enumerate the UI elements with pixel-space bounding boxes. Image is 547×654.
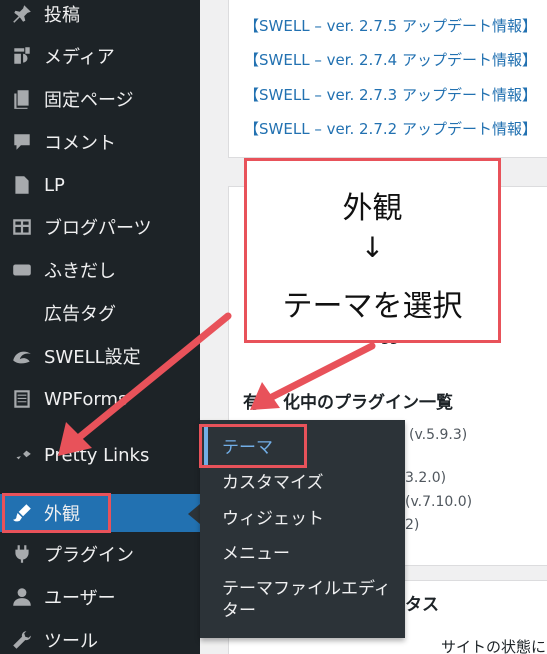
document-icon xyxy=(10,173,34,197)
admin-sidebar: 投稿 メディア 固定ページ コメント LP ブログパーツ ふきだし 広告タグ S… xyxy=(0,0,200,654)
sidebar-item-label: ブログパーツ xyxy=(44,218,152,239)
speech-bubble-icon xyxy=(10,258,34,282)
submenu-item-menus[interactable]: メニュー xyxy=(200,543,405,565)
submenu-item-label-line1: テーマファイルエディ xyxy=(222,579,391,599)
grid-icon xyxy=(10,215,34,239)
sidebar-item-plugins[interactable]: プラグイン xyxy=(0,535,200,573)
sidebar-item-label: ツール xyxy=(44,631,98,652)
flyout-pointer xyxy=(188,504,200,524)
sidebar-item-label: プラグイン xyxy=(44,545,134,566)
submenu-item-label-line2: ター xyxy=(222,601,256,621)
site-status-text: サイトの状態に xyxy=(441,638,547,654)
swell-icon xyxy=(10,344,34,368)
submenu-item-theme-file-editor[interactable]: テーマファイルエディ ター xyxy=(200,578,405,622)
active-plugins-title-prefix: 有 xyxy=(243,393,260,413)
plugin-version: 3.2.0) xyxy=(405,470,447,486)
plugin-version: (v.5.9.3) xyxy=(409,427,468,443)
active-plugins-title: 化中のプラグイン一覧 xyxy=(283,393,453,413)
media-icon xyxy=(10,44,34,68)
star-icon xyxy=(10,443,34,467)
plugin-version: 2) xyxy=(405,517,420,533)
sidebar-item-label: 固定ページ xyxy=(44,90,134,111)
sidebar-item-label: WPForms xyxy=(44,388,128,410)
sidebar-item-pages[interactable]: 固定ページ xyxy=(0,80,200,118)
submenu-item-widgets[interactable]: ウィジェット xyxy=(200,508,405,530)
sidebar-item-label: ふきだし xyxy=(44,261,116,282)
wrench-icon xyxy=(10,628,34,652)
callout-line-arrow: ↓ xyxy=(360,231,385,264)
callout-line-select-theme: テーマを選択 xyxy=(282,289,463,324)
instruction-callout: 外観 ↓ テーマを選択 xyxy=(244,158,501,343)
sidebar-item-label: SWELL設定 xyxy=(44,347,141,368)
sidebar-item-users[interactable]: ユーザー xyxy=(0,578,200,616)
sidebar-item-label: コメント xyxy=(44,133,116,154)
submenu-item-customize[interactable]: カスタマイズ xyxy=(200,472,405,494)
sidebar-item-pretty-links[interactable]: Pretty Links xyxy=(0,436,200,474)
sidebar-item-tools[interactable]: ツール xyxy=(0,621,200,654)
empty-icon xyxy=(10,301,34,325)
sidebar-item-lp[interactable]: LP xyxy=(0,166,200,204)
sidebar-item-wpforms[interactable]: WPForms xyxy=(0,380,200,418)
callout-line-appearance: 外観 xyxy=(342,191,403,226)
sidebar-item-fukidashi[interactable]: ふきだし xyxy=(0,251,200,289)
sidebar-item-comments[interactable]: コメント xyxy=(0,123,200,161)
pin-icon xyxy=(10,2,34,26)
sidebar-item-posts[interactable]: 投稿 xyxy=(0,0,200,33)
sidebar-item-label: LP xyxy=(44,174,65,196)
news-link-275[interactable]: 【SWELL – ver. 2.7.5 アップデート情報】 xyxy=(244,15,537,36)
news-link-273[interactable]: 【SWELL – ver. 2.7.3 アップデート情報】 xyxy=(244,84,537,105)
highlight-themes xyxy=(199,424,307,468)
comment-icon xyxy=(10,130,34,154)
page-icon xyxy=(10,87,34,111)
sidebar-item-label: ユーザー xyxy=(44,588,116,609)
plugin-icon xyxy=(10,542,34,566)
plugin-version: (v.7.10.0) xyxy=(405,494,473,510)
user-icon xyxy=(10,585,34,609)
sidebar-item-label: メディア xyxy=(44,47,115,68)
news-link-274[interactable]: 【SWELL – ver. 2.7.4 アップデート情報】 xyxy=(244,49,537,70)
sidebar-item-media[interactable]: メディア xyxy=(0,37,200,75)
form-icon xyxy=(10,387,34,411)
sidebar-item-ad-tags[interactable]: 広告タグ xyxy=(0,294,200,332)
sidebar-item-blog-parts[interactable]: ブログパーツ xyxy=(0,208,200,246)
sidebar-item-label: Pretty Links xyxy=(44,444,150,466)
site-status-title: タス xyxy=(405,595,439,615)
sidebar-item-label: 広告タグ xyxy=(44,304,116,325)
sidebar-item-label: 投稿 xyxy=(44,5,80,26)
news-link-272[interactable]: 【SWELL – ver. 2.7.2 アップデート情報】 xyxy=(244,118,537,139)
sidebar-item-swell-settings[interactable]: SWELL設定 xyxy=(0,337,200,375)
highlight-appearance xyxy=(2,493,111,533)
